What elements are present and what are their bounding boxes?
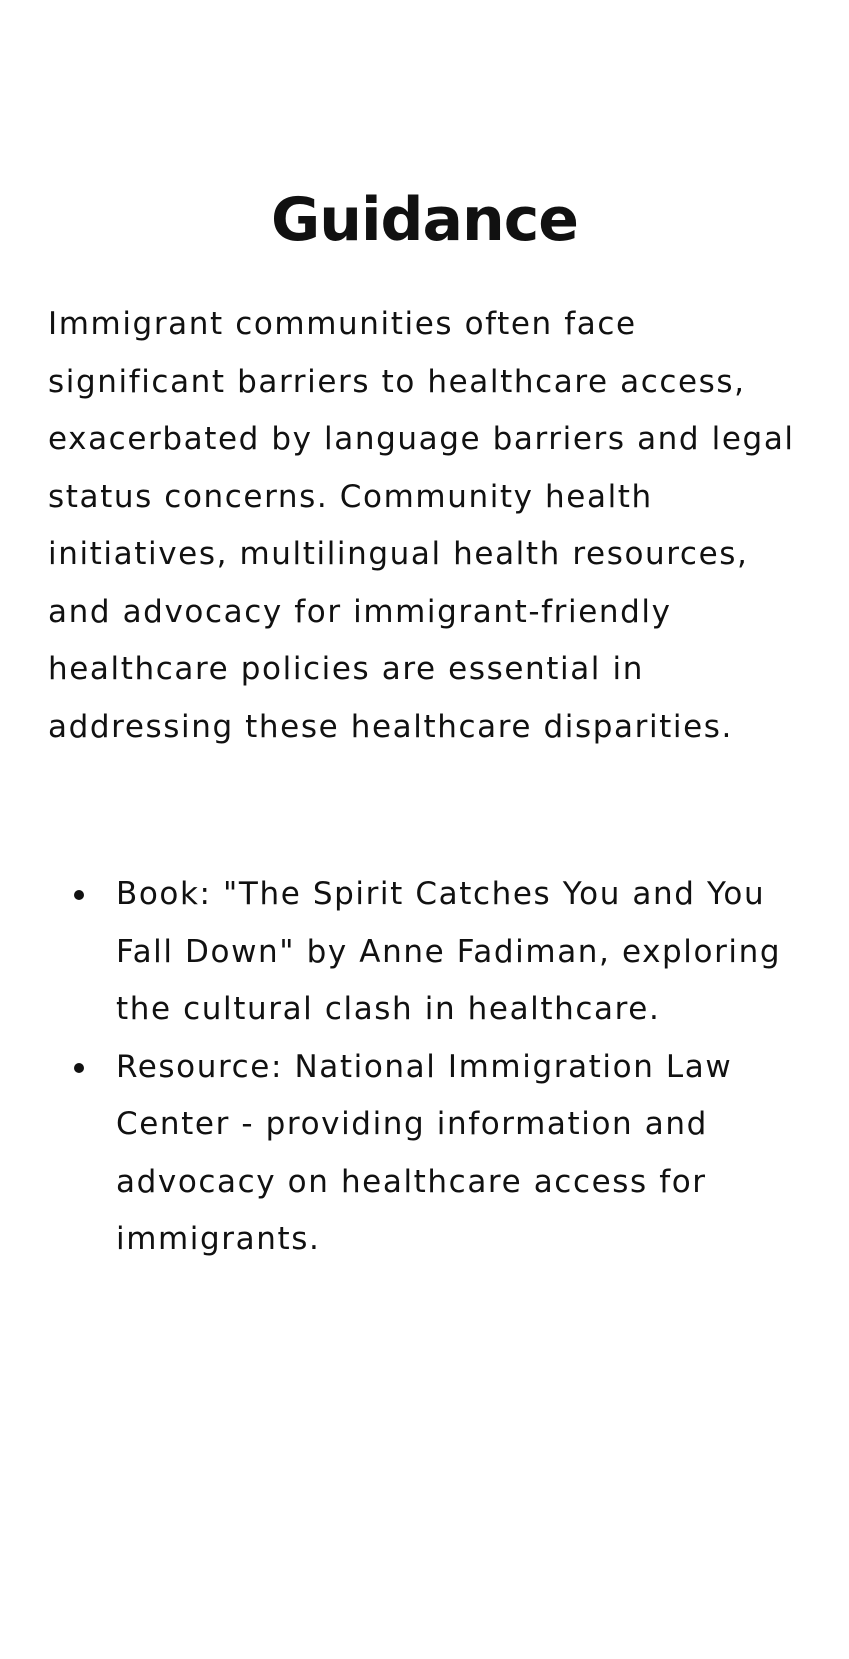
- guidance-page: Guidance Immigrant communities often fac…: [0, 0, 849, 1659]
- resource-list: Book: "The Spirit Catches You and You Fa…: [48, 866, 808, 1269]
- resource-book-text: Book: "The Spirit Catches You and You Fa…: [116, 876, 782, 1027]
- intro-paragraph: Immigrant communities often face signifi…: [48, 306, 795, 745]
- bullet-icon: [74, 1062, 84, 1073]
- resource-nilc-text: Resource: National Immigration Law Cente…: [116, 1048, 733, 1258]
- bullet-icon: [74, 890, 84, 900]
- list-item: Resource: National Immigration Law Cente…: [74, 1039, 808, 1269]
- page-title: Guidance: [271, 185, 579, 255]
- list-item: Book: "The Spirit Catches You and You Fa…: [74, 866, 808, 1039]
